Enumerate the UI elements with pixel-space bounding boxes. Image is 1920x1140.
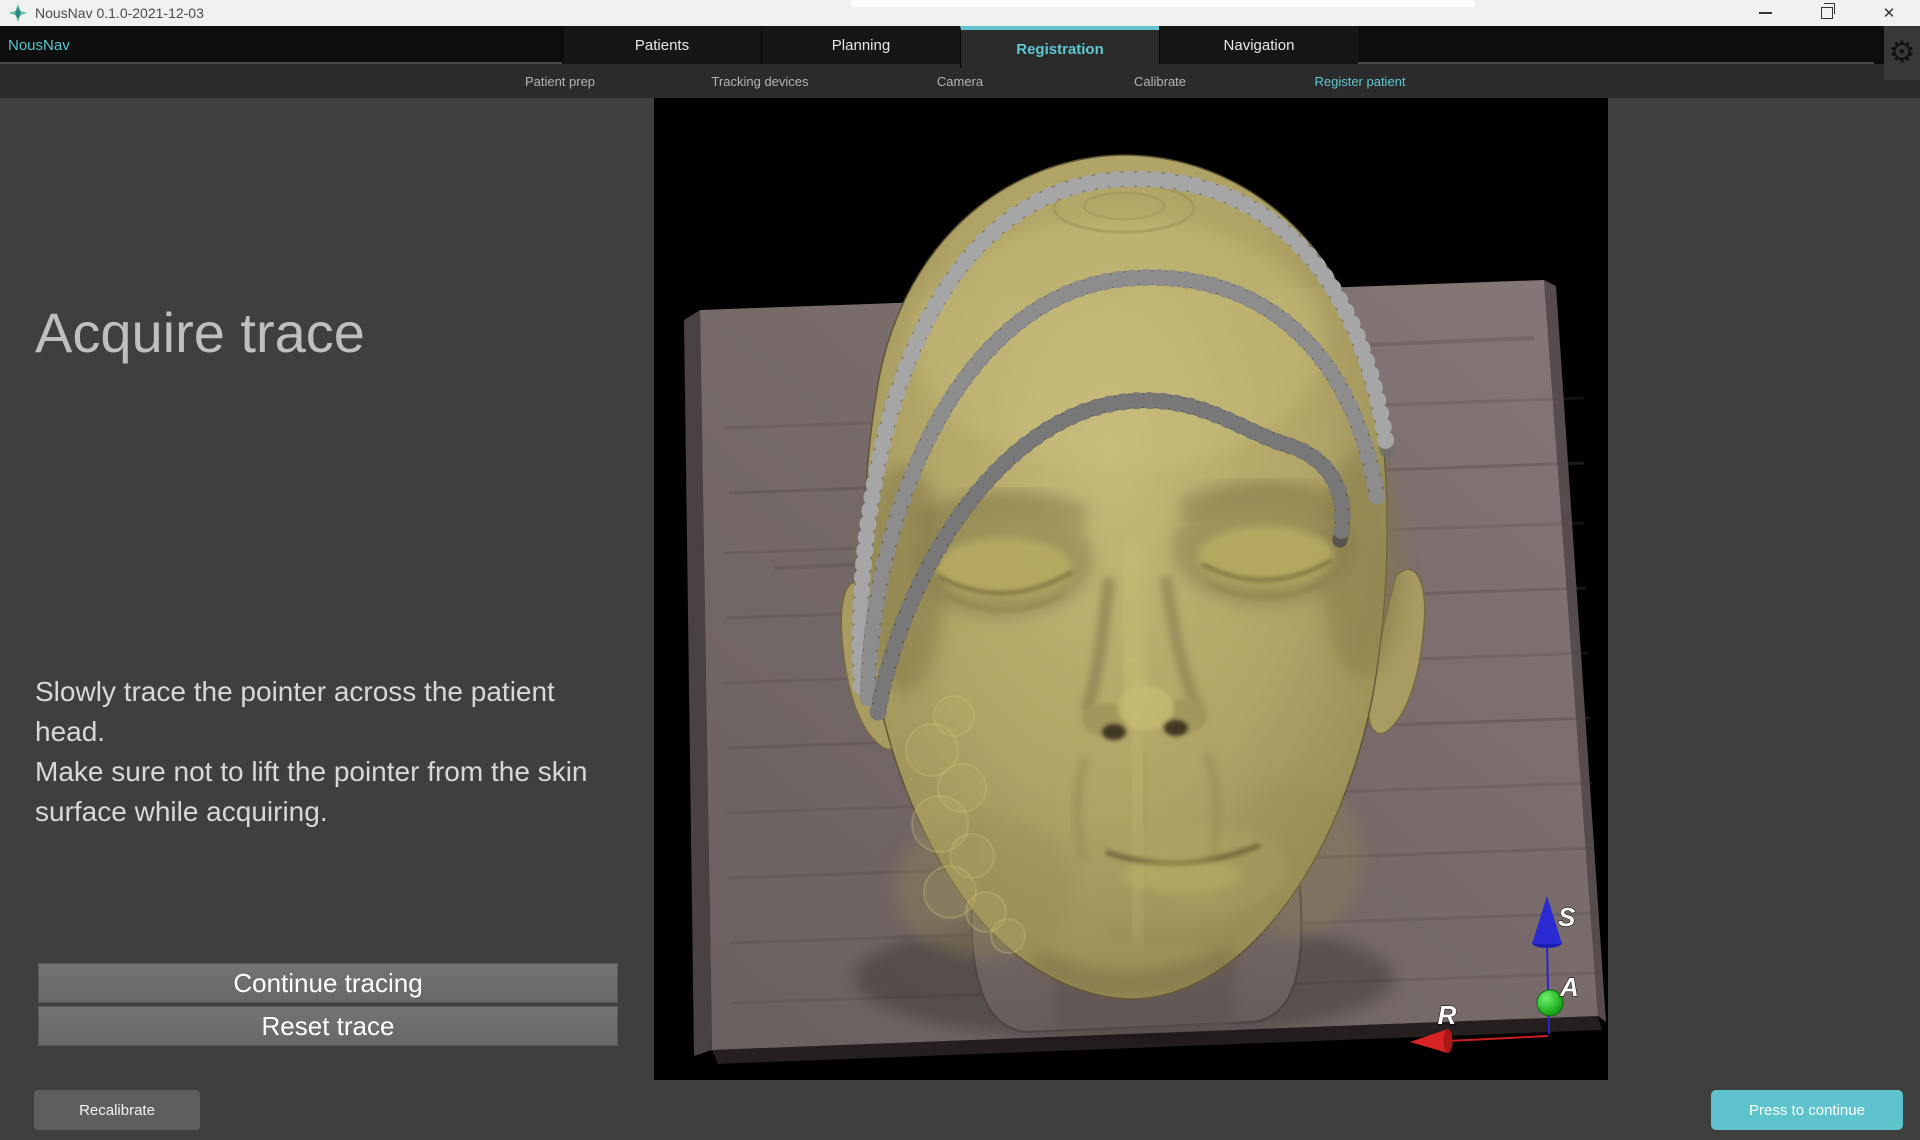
step-register-patient[interactable]: Register patient bbox=[1260, 64, 1460, 98]
threed-viewport[interactable]: S A R bbox=[654, 98, 1608, 1080]
restore-icon bbox=[1821, 7, 1833, 19]
step-camera[interactable]: Camera bbox=[860, 64, 1060, 98]
threed-scene: S A R bbox=[654, 98, 1608, 1080]
title-bar: NousNav 0.1.0-2021-12-03 ✕ bbox=[0, 0, 1920, 26]
press-to-continue-button[interactable]: Press to continue bbox=[1711, 1090, 1903, 1130]
tab-navigation[interactable]: Navigation bbox=[1159, 26, 1358, 64]
instruction-line-2: Make sure not to lift the pointer from t… bbox=[35, 752, 600, 832]
close-button[interactable]: ✕ bbox=[1858, 0, 1920, 26]
restore-button[interactable] bbox=[1796, 0, 1858, 26]
app-logo-icon bbox=[9, 4, 27, 22]
window-title: NousNav 0.1.0-2021-12-03 bbox=[35, 5, 204, 21]
instruction-line-1: Slowly trace the pointer across the pati… bbox=[35, 672, 600, 752]
axis-label-superior: S bbox=[1558, 902, 1576, 932]
tab-planning[interactable]: Planning bbox=[761, 26, 960, 64]
tab-strip: Patients Planning Registration Navigatio… bbox=[0, 26, 1920, 64]
registration-step-bar: Patient prep Tracking devices Camera Cal… bbox=[0, 64, 1920, 98]
application-window: NousNav 0.1.0-2021-12-03 ✕ NousNav Patie… bbox=[0, 0, 1920, 1140]
titlebar-highlight bbox=[851, 0, 1475, 7]
minimize-button[interactable] bbox=[1734, 0, 1796, 26]
step-calibrate[interactable]: Calibrate bbox=[1060, 64, 1260, 98]
settings-button[interactable]: ⚙ bbox=[1884, 26, 1920, 80]
continue-tracing-button[interactable]: Continue tracing bbox=[38, 963, 618, 1003]
close-icon: ✕ bbox=[1883, 6, 1896, 21]
reset-trace-button[interactable]: Reset trace bbox=[38, 1006, 618, 1046]
window-controls: ✕ bbox=[1734, 0, 1920, 26]
step-tracking-devices[interactable]: Tracking devices bbox=[660, 64, 860, 98]
instructions-text: Slowly trace the pointer across the pati… bbox=[35, 672, 600, 832]
gear-icon: ⚙ bbox=[1889, 38, 1916, 68]
minimize-icon bbox=[1759, 12, 1772, 14]
axis-label-anterior: A bbox=[1559, 972, 1579, 1002]
main-tab-bar: NousNav Patients Planning Registration N… bbox=[0, 26, 1920, 64]
recalibrate-button[interactable]: Recalibrate bbox=[34, 1090, 200, 1130]
axis-label-right: R bbox=[1438, 1000, 1457, 1030]
step-patient-prep[interactable]: Patient prep bbox=[460, 64, 660, 98]
tab-registration[interactable]: Registration bbox=[960, 26, 1159, 68]
page-title: Acquire trace bbox=[35, 300, 635, 365]
tab-patients[interactable]: Patients bbox=[562, 26, 761, 64]
